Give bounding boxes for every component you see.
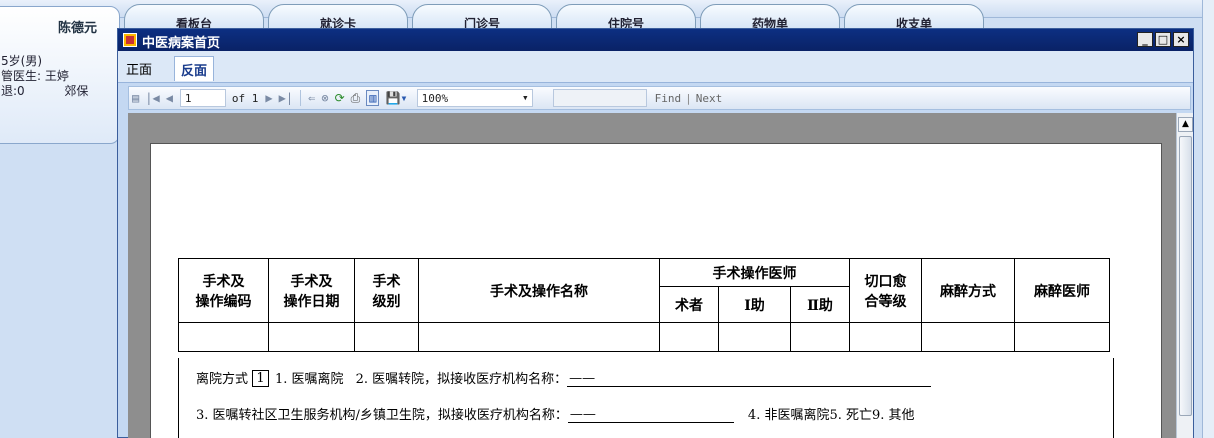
window-controls: _ □ × — [1137, 32, 1189, 47]
table-cell — [849, 322, 922, 352]
surgery-table: 手术及 操作编码 手术及 操作日期 手术 级别 手术及操作名称 手术操作医师 切… — [178, 258, 1110, 352]
next-page-icon[interactable]: ▶ — [265, 91, 272, 105]
zoom-select[interactable]: 100% — [416, 89, 533, 107]
report-scrollbar[interactable]: ▲ — [1176, 113, 1193, 438]
header-anesthesiologist: 麻醉医师 — [1014, 258, 1110, 323]
discharge-option-3: 3. 医嘱转社区卫生服务机构/乡镇卫生院，拟接收医疗机构名称： — [196, 408, 568, 423]
next-link[interactable]: Next — [696, 92, 723, 105]
back-icon[interactable]: ⇐ — [308, 91, 315, 105]
background-scrollbar[interactable] — [1202, 0, 1214, 438]
discharge-option-4: 4. 非医嘱离院5. 死亡9. 其他 — [747, 408, 915, 423]
find-link[interactable]: Find — [655, 92, 682, 105]
page-number-input[interactable]: 1 — [179, 89, 226, 107]
header-incision: 切口愈 合等级 — [849, 258, 922, 323]
background-tab-4[interactable]: 住院号 — [556, 4, 696, 30]
header-code-line2: 操作编码 — [195, 293, 252, 310]
first-page-icon[interactable]: |◀ — [145, 91, 159, 105]
report-toolbar: ▤ |◀ ◀ 1 of 1 ▶ ▶| ⇐ ⊗ ⟳ ⎙ ▥ 💾▾ 100% Fin… — [128, 86, 1191, 110]
refresh-icon[interactable]: ⟳ — [335, 91, 345, 105]
report-page: 手术及 操作编码 手术及 操作日期 手术 级别 手术及操作名称 手术操作医师 切… — [150, 143, 1162, 438]
patient-extra-left: 退:0 — [1, 84, 25, 98]
patient-age-sex: 5岁(男) — [1, 54, 42, 68]
discharge-line-2: 3. 医嘱转社区卫生服务机构/乡镇卫生院，拟接收医疗机构名称： —— 4. 非医… — [196, 404, 915, 423]
table-cell — [718, 322, 791, 352]
last-page-icon[interactable]: ▶| — [279, 91, 293, 105]
print-layout-icon[interactable]: ▥ — [366, 90, 380, 106]
discharge-option-2-value: —— — [567, 371, 932, 387]
tab-front[interactable]: 正面 — [120, 56, 158, 81]
header-code: 手术及 操作编码 — [178, 258, 269, 323]
table-cell — [178, 322, 269, 352]
discharge-option-2: 2. 医嘱转院，拟接收医疗机构名称： — [355, 372, 568, 387]
discharge-option-1: 1. 医嘱离院 — [275, 372, 344, 387]
patient-doctor: 管医生: 王婷 — [1, 69, 69, 83]
toolbar-separator — [300, 90, 302, 106]
header-code-line1: 手术及 — [202, 273, 245, 290]
find-input[interactable] — [552, 89, 647, 107]
previous-page-icon[interactable]: ◀ — [166, 91, 173, 105]
header-assist-2: Ⅱ助 — [790, 286, 850, 323]
header-date-line1: 手术及 — [290, 273, 333, 290]
discharge-line-1: 离院方式 1 1. 医嘱离院 2. 医嘱转院，拟接收医疗机构名称： —— — [196, 368, 932, 387]
window-title: 中医病案首页 — [142, 36, 221, 51]
export-icon[interactable]: 💾▾ — [385, 91, 407, 105]
patient-name: 陈德元 — [57, 21, 97, 36]
header-surgeon: 术者 — [659, 286, 719, 323]
background-tab-6[interactable]: 收支单 — [844, 4, 984, 30]
stop-icon[interactable]: ⊗ — [321, 91, 328, 105]
maximize-button[interactable]: □ — [1155, 32, 1171, 47]
print-icon[interactable]: ⎙ — [351, 91, 361, 106]
table-cell — [268, 322, 355, 352]
page-count-label: of 1 — [231, 91, 259, 105]
app-icon — [123, 33, 137, 47]
table-row — [178, 322, 1110, 352]
background-tab-2[interactable]: 就诊卡 — [268, 4, 408, 30]
discharge-section: 离院方式 1 1. 医嘱离院 2. 医嘱转院，拟接收医疗机构名称： —— 3. … — [178, 358, 1114, 438]
window-titlebar[interactable]: 中医病案首页 _ □ × — [118, 29, 1193, 51]
scroll-up-icon[interactable]: ▲ — [1178, 117, 1193, 132]
header-assist-1: Ⅰ助 — [718, 286, 791, 323]
close-button[interactable]: × — [1173, 32, 1189, 47]
header-doctor-group: 手术操作医师 — [659, 258, 850, 287]
table-cell — [921, 322, 1015, 352]
background-tab-5[interactable]: 药物单 — [700, 4, 840, 30]
background-tab-3[interactable]: 门诊号 — [412, 4, 552, 30]
tab-back[interactable]: 反面 — [174, 56, 215, 81]
table-cell — [790, 322, 850, 352]
table-cell — [1014, 322, 1110, 352]
find-separator: | — [685, 91, 692, 105]
header-incision-line1: 切口愈 — [864, 273, 907, 290]
header-incision-line2: 合等级 — [864, 293, 907, 310]
header-date-line2: 操作日期 — [283, 293, 340, 310]
header-operation-name: 手术及操作名称 — [418, 258, 660, 323]
header-level-line2: 级别 — [372, 293, 401, 310]
patient-extra: 退:0 郊保 — [1, 84, 111, 99]
patient-info-panel: 陈德元 5岁(男) 管医生: 王婷 退:0 郊保 — [0, 6, 120, 144]
header-anesthesia-method: 麻醉方式 — [921, 258, 1015, 323]
header-date: 手术及 操作日期 — [268, 258, 355, 323]
table-cell — [659, 322, 719, 352]
background-tab-1[interactable]: 看板台 — [124, 4, 264, 30]
discharge-code-box: 1 — [252, 370, 270, 387]
record-tabstrip: 正面 反面 — [118, 51, 1193, 83]
table-cell — [354, 322, 419, 352]
report-viewer[interactable]: 手术及 操作编码 手术及 操作日期 手术 级别 手术及操作名称 手术操作医师 切… — [128, 113, 1176, 438]
patient-insurance: 郊保 — [64, 84, 89, 98]
header-level: 手术 级别 — [354, 258, 419, 323]
minimize-button[interactable]: _ — [1137, 32, 1153, 47]
discharge-label: 离院方式 — [196, 372, 249, 387]
discharge-option-3-value: —— — [567, 407, 734, 423]
scroll-thumb[interactable] — [1179, 136, 1192, 416]
header-level-line1: 手术 — [372, 273, 401, 290]
table-cell — [418, 322, 660, 352]
medical-record-window: 中医病案首页 _ □ × 正面 反面 ▤ |◀ ◀ 1 of 1 ▶ ▶| ⇐ … — [117, 28, 1194, 438]
toggle-document-map-icon[interactable]: ▤ — [132, 91, 139, 105]
